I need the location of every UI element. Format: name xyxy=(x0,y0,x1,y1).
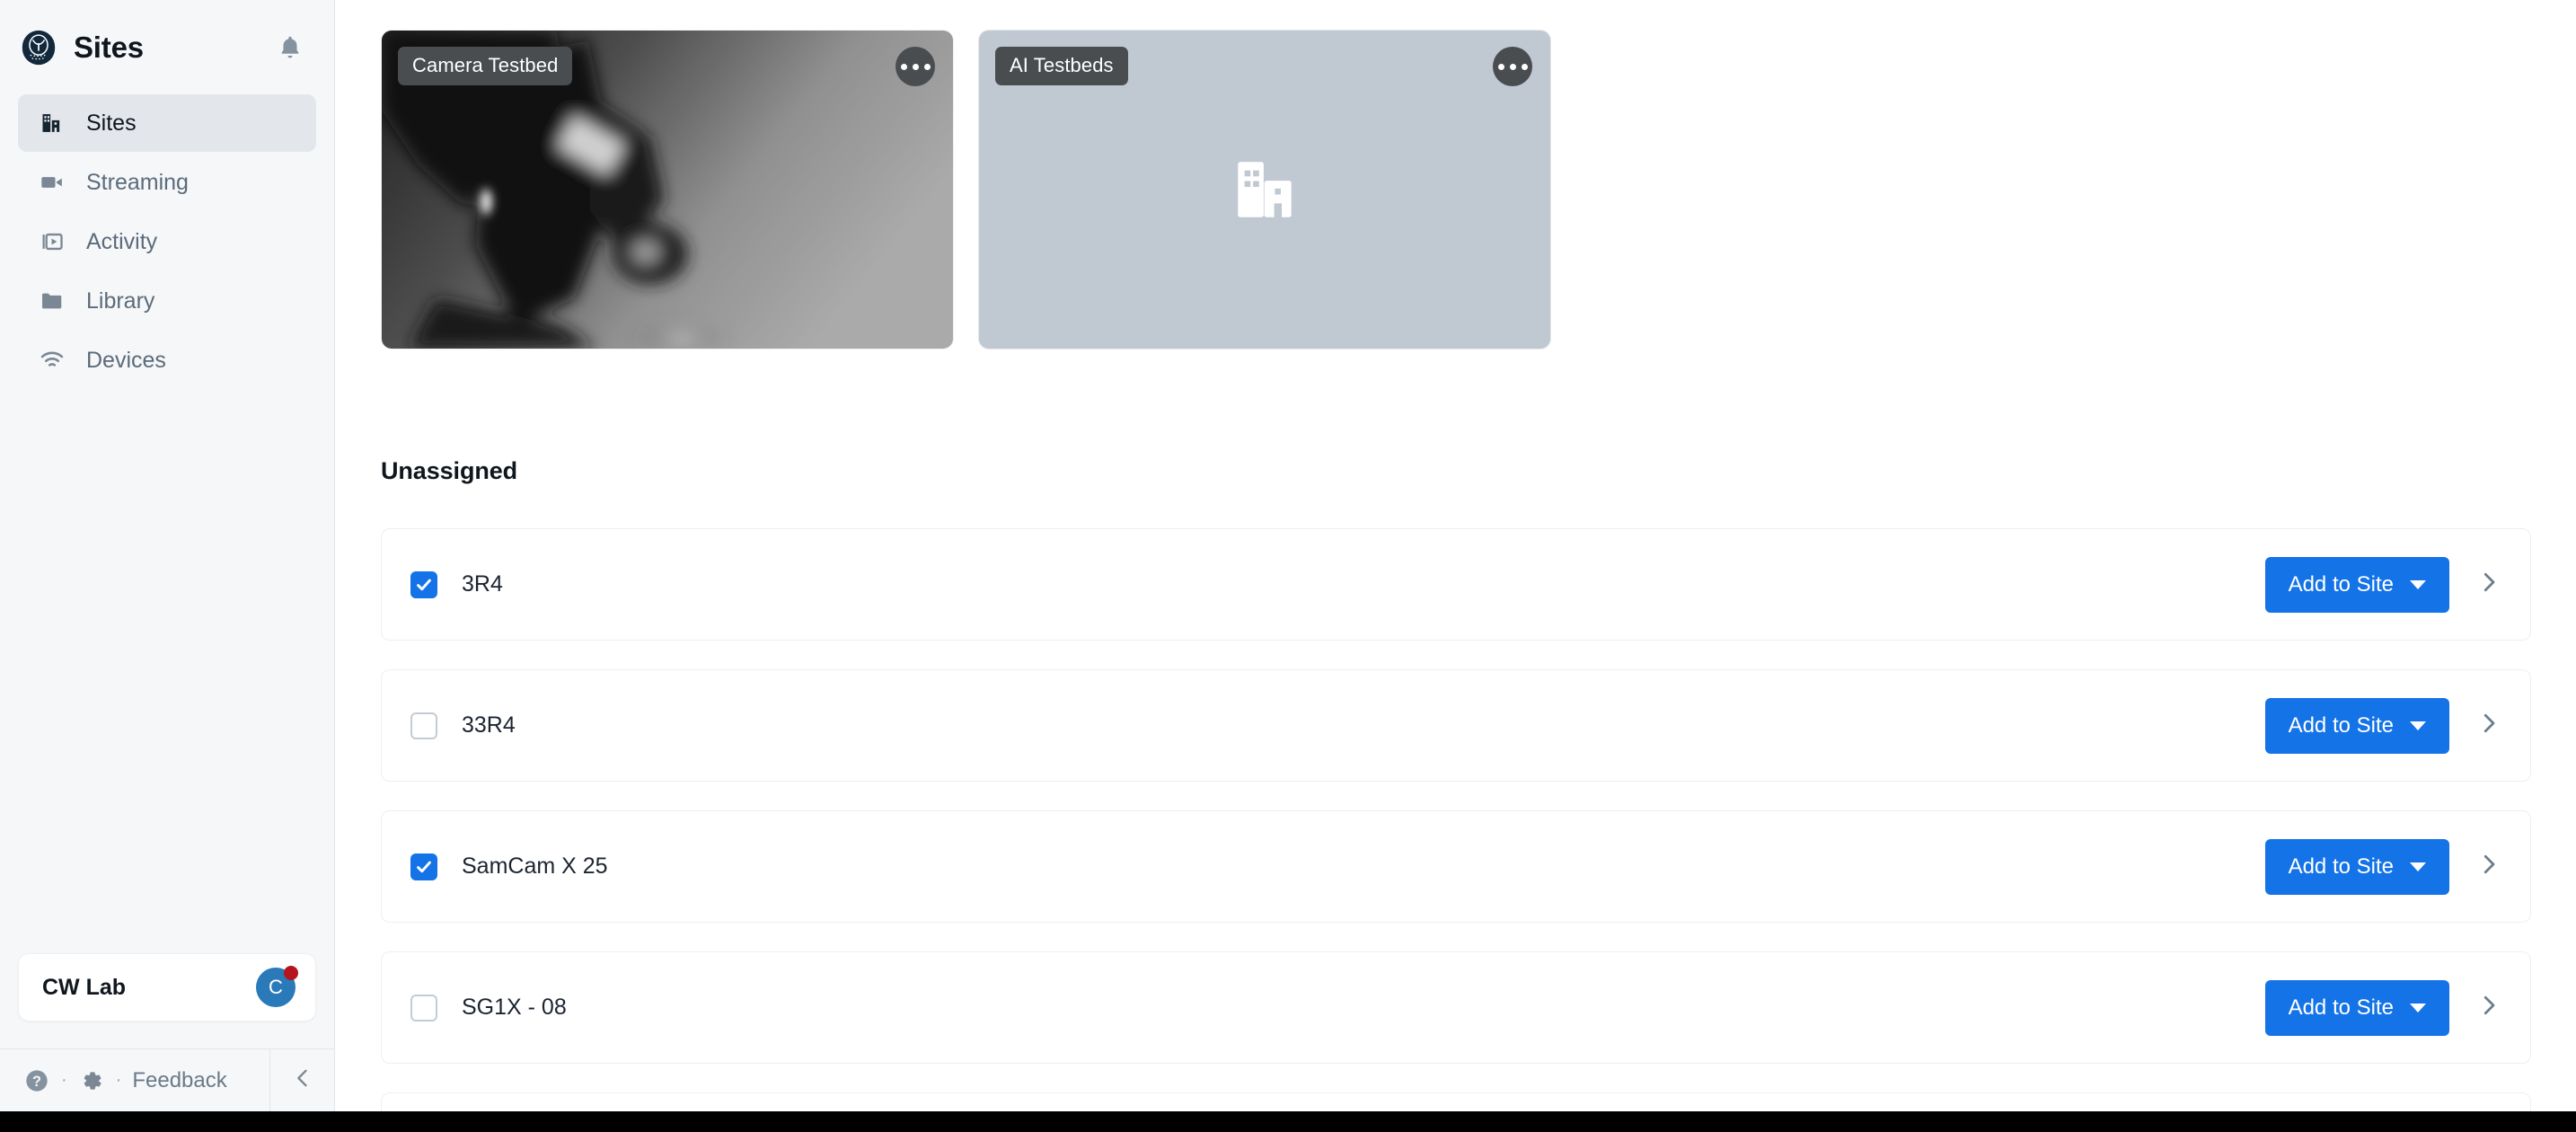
ellipsis-icon[interactable] xyxy=(895,47,935,86)
add-to-site-label: Add to Site xyxy=(2288,712,2394,738)
viewport-bottom-bar xyxy=(0,1111,2576,1132)
sidebar-item-library[interactable]: Library xyxy=(18,272,316,330)
bell-icon[interactable] xyxy=(273,31,307,65)
ellipsis-icon[interactable] xyxy=(1493,47,1532,86)
add-to-site-label: Add to Site xyxy=(2288,571,2394,597)
status-badge xyxy=(284,966,298,980)
wifi-icon xyxy=(38,346,66,375)
video-camera-icon xyxy=(38,168,66,197)
add-to-site-label: Add to Site xyxy=(2288,853,2394,879)
gear-icon[interactable] xyxy=(78,1067,105,1094)
sidebar-header: Sites xyxy=(0,0,334,94)
row-open-button[interactable] xyxy=(2464,980,2514,1036)
sidebar-item-label: Devices xyxy=(86,347,166,373)
row-actions: Add to Site xyxy=(2264,979,2514,1036)
row-checkbox[interactable] xyxy=(410,994,437,1021)
site-card-ai-testbeds[interactable]: AI Testbeds xyxy=(978,30,1551,349)
caret-down-icon xyxy=(2410,579,2426,589)
svg-text:?: ? xyxy=(32,1073,41,1089)
chevron-left-icon xyxy=(290,1066,315,1095)
table-row[interactable] xyxy=(381,1092,2531,1111)
row-open-button[interactable] xyxy=(2464,698,2514,754)
account-switcher[interactable]: CW Lab C xyxy=(18,953,316,1021)
add-to-site-button[interactable]: Add to Site xyxy=(2264,556,2449,613)
add-to-site-button[interactable]: Add to Site xyxy=(2264,979,2449,1036)
chevron-right-icon xyxy=(2475,992,2502,1023)
row-actions: Add to Site xyxy=(2264,697,2514,754)
sidebar-item-label: Sites xyxy=(86,110,137,136)
sidebar-item-label: Activity xyxy=(86,228,158,254)
site-card-title: Camera Testbed xyxy=(398,47,573,85)
caret-down-icon xyxy=(2410,862,2426,871)
row-checkbox[interactable] xyxy=(410,570,437,598)
sidebar-item-streaming[interactable]: Streaming xyxy=(18,154,316,211)
site-cards-row: Camera Testbed AI Testbeds xyxy=(381,30,1551,349)
sidebar-item-devices[interactable]: Devices xyxy=(18,332,316,389)
folder-icon xyxy=(38,287,66,315)
question-circle-icon[interactable]: ? xyxy=(23,1067,50,1094)
sidebar-item-activity[interactable]: Activity xyxy=(18,213,316,270)
device-name: SG1X - 08 xyxy=(462,995,567,1020)
add-to-site-button[interactable]: Add to Site xyxy=(2264,838,2449,895)
activity-play-icon xyxy=(38,227,66,256)
site-card-camera-testbed[interactable]: Camera Testbed xyxy=(381,30,954,349)
sidebar-collapse-button[interactable] xyxy=(269,1048,334,1112)
avatar[interactable]: C xyxy=(256,966,298,1007)
add-to-site-button[interactable]: Add to Site xyxy=(2264,697,2449,754)
section-heading-unassigned: Unassigned xyxy=(381,457,518,484)
page-title: Sites xyxy=(74,30,144,64)
caret-down-icon xyxy=(2410,721,2426,730)
sidebar-item-label: Library xyxy=(86,287,155,314)
device-name: 33R4 xyxy=(462,712,516,738)
sidebar-item-sites[interactable]: Sites xyxy=(18,94,316,152)
main-content: Camera Testbed AI Testbeds Unassigned 3R… xyxy=(335,0,2576,1111)
owl-logo-icon xyxy=(20,29,57,66)
row-actions: Add to Site xyxy=(2264,556,2514,613)
buildings-icon xyxy=(38,109,66,137)
table-row[interactable]: 33R4 Add to Site xyxy=(381,669,2531,782)
feedback-link[interactable]: Feedback xyxy=(132,1068,226,1093)
table-row[interactable]: SG1X - 08 Add to Site xyxy=(381,951,2531,1064)
row-open-button[interactable] xyxy=(2464,839,2514,895)
sidebar-item-label: Streaming xyxy=(86,169,189,195)
footer-separator-2: · xyxy=(115,1070,122,1090)
caret-down-icon xyxy=(2410,1003,2426,1013)
account-section: CW Lab C xyxy=(0,953,334,1048)
sidebar: Sites Sites Streaming Activity Library D… xyxy=(0,0,335,1112)
account-name: CW Lab xyxy=(42,974,127,1000)
row-actions: Add to Site xyxy=(2264,838,2514,895)
site-card-title: AI Testbeds xyxy=(995,47,1128,85)
table-row[interactable]: 3R4 Add to Site xyxy=(381,528,2531,641)
chevron-right-icon xyxy=(2475,851,2502,882)
row-checkbox[interactable] xyxy=(410,853,437,880)
device-name: SamCam X 25 xyxy=(462,853,608,879)
app-root: Sites Sites Streaming Activity Library D… xyxy=(0,0,2576,1132)
row-open-button[interactable] xyxy=(2464,557,2514,613)
footer-separator-1: · xyxy=(61,1070,67,1090)
table-row[interactable]: SamCam X 25 Add to Site xyxy=(381,810,2531,923)
sidebar-footer: ? · · Feedback xyxy=(0,1048,334,1112)
chevron-right-icon xyxy=(2475,710,2502,741)
footer-links: ? · · Feedback xyxy=(23,1067,269,1094)
add-to-site-label: Add to Site xyxy=(2288,995,2394,1020)
buildings-icon xyxy=(1225,150,1304,229)
row-checkbox[interactable] xyxy=(410,712,437,739)
sidebar-nav: Sites Streaming Activity Library Devices xyxy=(0,94,334,389)
device-name: 3R4 xyxy=(462,571,503,597)
unassigned-device-list: 3R4 Add to Site 33R4 Add to Site SamCam … xyxy=(381,528,2531,1111)
chevron-right-icon xyxy=(2475,569,2502,600)
